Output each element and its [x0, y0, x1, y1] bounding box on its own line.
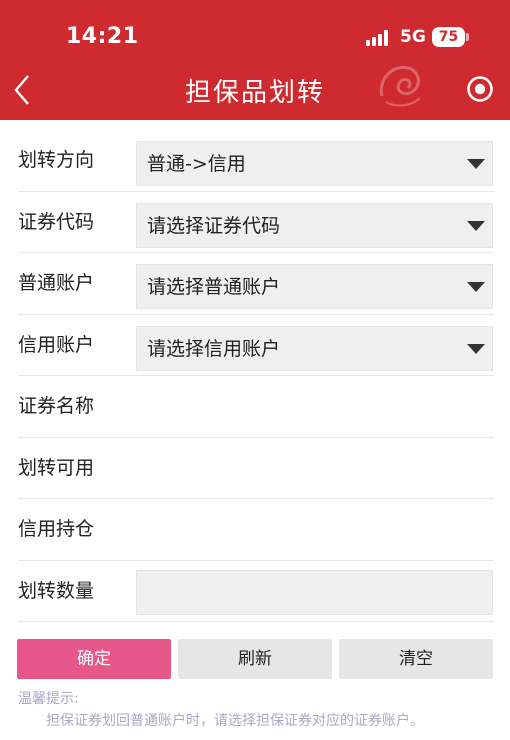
caret-down-icon	[467, 282, 485, 292]
transfer-form: 划转方向 普通->信用 证券代码 请选择证券代码 普通账户 请选择普通账户 信用…	[0, 130, 510, 622]
direction-value: 普通->信用	[147, 153, 246, 175]
row-normal-account: 普通账户 请选择普通账户	[18, 253, 494, 315]
record-button[interactable]	[466, 75, 494, 103]
row-direction: 划转方向 普通->信用	[18, 130, 494, 192]
credit-account-select[interactable]: 请选择信用账户	[136, 325, 493, 371]
row-transferable: 划转可用	[18, 438, 494, 499]
network-type: 5G	[400, 27, 426, 47]
app-header: 14:21 5G 75 担保品划转	[0, 0, 510, 120]
tip-text: 担保证券划回普通账户时，请选择担保证券对应的证券账户。	[46, 713, 424, 729]
quantity-label: 划转数量	[18, 579, 95, 602]
row-security-code: 证券代码 请选择证券代码	[18, 192, 494, 253]
confirm-button[interactable]: 确定	[17, 639, 171, 679]
caret-down-icon	[467, 159, 485, 169]
quantity-input[interactable]	[136, 569, 493, 615]
battery-icon: 75	[432, 27, 465, 47]
credit-account-label: 信用账户	[18, 333, 95, 356]
record-icon	[467, 76, 493, 102]
status-time: 14:21	[66, 24, 139, 49]
normal-account-placeholder: 请选择普通账户	[147, 276, 281, 298]
clear-button[interactable]: 清空	[339, 639, 493, 679]
security-code-placeholder: 请选择证券代码	[147, 214, 281, 237]
row-security-name: 证券名称	[18, 376, 494, 438]
signal-icon	[366, 30, 394, 46]
dragon-logo-icon	[379, 65, 421, 107]
credit-position-label: 信用持仓	[18, 518, 95, 540]
credit-account-placeholder: 请选择信用账户	[147, 337, 281, 360]
normal-account-label: 普通账户	[18, 272, 95, 294]
battery-cap	[466, 33, 469, 41]
transferable-label: 划转可用	[18, 456, 95, 479]
page-title: 担保品划转	[184, 78, 325, 108]
refresh-button[interactable]: 刷新	[178, 639, 332, 679]
security-code-select[interactable]: 请选择证券代码	[136, 202, 493, 248]
caret-down-icon	[467, 220, 485, 231]
direction-label: 划转方向	[18, 149, 95, 171]
row-credit-position: 信用持仓	[18, 499, 494, 561]
direction-select[interactable]: 普通->信用	[136, 141, 493, 186]
security-name-label: 证券名称	[18, 395, 95, 417]
normal-account-select[interactable]: 请选择普通账户	[136, 264, 493, 309]
row-credit-account: 信用账户 请选择信用账户	[18, 315, 494, 376]
tip-title: 温馨提示:	[18, 691, 79, 707]
security-code-label: 证券代码	[18, 210, 95, 233]
row-quantity: 划转数量	[18, 561, 494, 622]
caret-down-icon	[467, 343, 485, 354]
